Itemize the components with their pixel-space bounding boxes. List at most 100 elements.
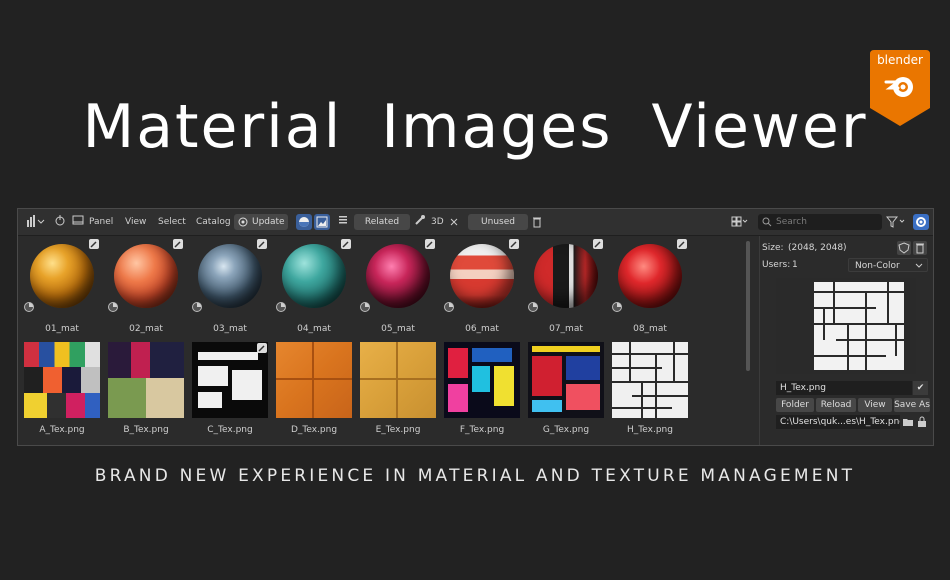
texture-label: G_Tex.png [542,425,590,435]
image-name-field[interactable]: H_Tex.png [776,381,912,395]
material-sphere-icon [299,217,309,227]
image-mode-toggle[interactable] [314,214,330,230]
filter-list-icon[interactable] [338,214,350,230]
material-mode-toggle[interactable] [296,214,312,230]
view-button[interactable]: View [858,398,892,412]
edit-icon[interactable] [340,238,352,250]
texture-preview-f [444,342,520,418]
edit-icon[interactable] [256,342,268,354]
search-placeholder: Search [776,217,807,227]
update-label: Update [252,217,285,227]
texture-preview-h [612,342,688,418]
material-label: 07_mat [549,324,583,334]
power-icon[interactable] [54,214,68,230]
search-icon [762,217,772,227]
eyedropper-icon[interactable] [414,214,426,230]
material-label: 04_mat [297,324,331,334]
blender-logo: blender [870,50,930,126]
edit-icon[interactable] [172,238,184,250]
users-value: 1 [792,260,798,270]
edit-icon[interactable] [256,238,268,250]
texture-preview-b [108,342,184,418]
edit-icon[interactable] [508,238,520,250]
filter-icon[interactable] [885,214,908,230]
edit-icon[interactable] [592,238,604,250]
colorspace-dropdown[interactable]: Non-Color [848,258,928,272]
texture-label: F_Tex.png [459,425,505,435]
update-button[interactable]: Update [234,214,288,230]
logo-text: blender [877,53,923,67]
texture-label: B_Tex.png [123,425,169,435]
menu-catalog[interactable]: Catalog [196,214,231,230]
grid-scrollbar[interactable] [746,241,750,371]
update-icon [238,217,248,227]
filepath-field[interactable]: C:\Users\quk...es\H_Tex.png [776,415,900,429]
settings-gear-icon[interactable] [913,214,929,230]
material-label: 02_mat [129,324,163,334]
toolbar: Panel View Select Catalog Update Related… [18,209,933,236]
close-icon[interactable] [450,214,460,230]
related-label: Related [364,217,400,227]
texture-preview-a [24,342,100,418]
folder-button[interactable]: Folder [776,398,814,412]
reload-button[interactable]: Reload [816,398,856,412]
chevron-down-icon [915,263,923,268]
delete-icon[interactable] [913,241,927,255]
material-preview-01 [30,244,94,308]
users-pie-icon [444,302,454,312]
size-label: Size: [762,243,784,253]
image-preview [776,278,916,374]
menu-view[interactable]: View [125,214,146,230]
trash-icon[interactable] [532,214,546,230]
material-label: 01_mat [45,324,79,334]
lock-icon[interactable] [916,415,928,429]
page-title: Material Images Viewer [82,92,868,162]
material-label: 08_mat [633,324,667,334]
tagline: BRAND NEW EXPERIENCE IN MATERIAL AND TEX… [94,466,856,486]
texture-label: H_Tex.png [627,425,673,435]
material-label: 06_mat [465,324,499,334]
users-pie-icon [24,302,34,312]
check-icon[interactable]: ✔ [913,381,928,395]
search-input[interactable]: Search [758,214,882,230]
texture-preview-e [360,342,436,418]
material-preview-05 [366,244,430,308]
material-preview-06 [450,244,514,308]
material-label: 05_mat [381,324,415,334]
unused-button[interactable]: Unused [468,214,528,230]
users-pie-icon [192,302,202,312]
menu-panel[interactable]: Panel [89,214,113,230]
users-pie-icon [528,302,538,312]
material-preview-04 [282,244,346,308]
material-preview-08 [618,244,682,308]
folder-icon[interactable] [902,415,914,429]
edit-icon[interactable] [424,238,436,250]
colorspace-value: Non-Color [855,261,900,271]
image-icon [316,216,328,228]
texture-label: E_Tex.png [375,425,421,435]
texture-label: D_Tex.png [290,425,338,435]
users-label: Users: [762,260,791,270]
fake-user-shield-icon[interactable] [897,241,911,255]
menu-select[interactable]: Select [158,214,186,230]
texture-preview-g [528,342,604,418]
save-as-button[interactable]: Save As [894,398,930,412]
material-preview-02 [114,244,178,308]
panel-icon [72,214,86,230]
related-button[interactable]: Related [354,214,410,230]
editor-type-icon[interactable] [26,214,48,230]
texture-label: A_Tex.png [39,425,85,435]
edit-icon[interactable] [676,238,688,250]
edit-icon[interactable] [88,238,100,250]
users-pie-icon [108,302,118,312]
3d-label[interactable]: 3D [431,214,444,230]
users-pie-icon [276,302,286,312]
texture-label: C_Tex.png [207,425,253,435]
material-preview-03 [198,244,262,308]
material-preview-07 [534,244,598,308]
grid-view-icon[interactable] [731,214,751,230]
addon-window: Panel View Select Catalog Update Related… [17,208,934,446]
material-label: 03_mat [213,324,247,334]
image-properties-panel: Size: (2048, 2048) Users: 1 Non-Color H_… [759,236,933,445]
size-value: (2048, 2048) [788,243,847,253]
